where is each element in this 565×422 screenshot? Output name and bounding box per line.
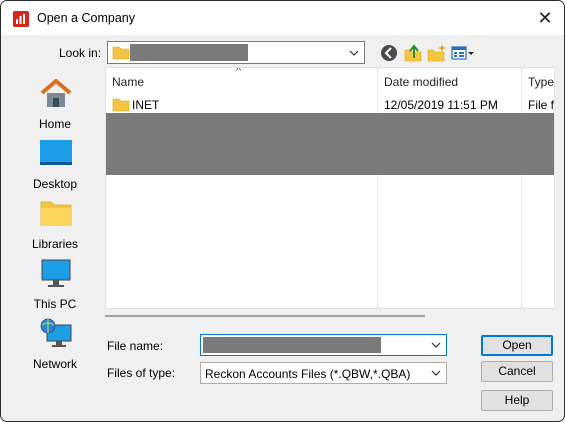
place-label: Network — [32, 357, 77, 371]
files-of-type-dropdown[interactable]: Reckon Accounts Files (*.QBW,*.QBA) — [200, 362, 447, 384]
file-name-value-redacted — [203, 337, 381, 353]
network-icon — [40, 318, 72, 347]
file-date: 12/05/2019 11:51 PM — [384, 98, 498, 112]
chevron-down-icon — [348, 42, 360, 63]
column-header-date[interactable]: Date modified — [384, 68, 458, 96]
files-of-type-label: Files of type: — [107, 366, 176, 380]
up-folder-icon[interactable] — [403, 43, 423, 63]
window-title: Open a Company — [37, 11, 135, 25]
file-name-label: File name: — [107, 339, 164, 353]
place-this-pc[interactable]: This PC — [9, 257, 101, 315]
chevron-down-icon — [430, 335, 442, 355]
place-desktop[interactable]: Desktop — [9, 137, 101, 195]
cancel-button[interactable]: Cancel — [481, 361, 553, 382]
folder-icon — [112, 46, 130, 60]
desktop-icon — [40, 140, 72, 165]
place-label: Home — [38, 117, 71, 131]
files-of-type-value: Reckon Accounts Files (*.QBW,*.QBA) — [205, 367, 411, 381]
look-in-dropdown[interactable] — [107, 41, 365, 64]
file-row[interactable]: INET 12/05/2019 11:51 PM File fo — [106, 96, 555, 114]
place-label: Libraries — [31, 237, 79, 251]
libraries-icon — [40, 201, 72, 226]
new-folder-icon[interactable] — [427, 43, 447, 63]
place-label: Desktop — [32, 177, 78, 191]
place-home[interactable]: Home — [9, 77, 101, 135]
file-list[interactable]: ^ Name Date modified Type INET 12/05/201… — [105, 67, 555, 309]
folder-icon — [112, 98, 130, 112]
app-icon — [13, 11, 29, 27]
title-bar: Open a Company ✕ — [1, 1, 564, 35]
horizontal-scrollbar[interactable] — [105, 315, 425, 317]
file-name-field[interactable] — [200, 334, 447, 356]
chevron-down-icon — [430, 363, 442, 383]
places-bar: Home Desktop Libraries This PC Network — [9, 67, 101, 409]
place-libraries[interactable]: Libraries — [9, 197, 101, 255]
this-pc-icon — [41, 259, 71, 287]
sort-arrow-icon: ^ — [236, 67, 242, 77]
look-in-value-redacted — [130, 44, 248, 61]
close-button[interactable]: ✕ — [533, 7, 557, 29]
help-button[interactable]: Help — [481, 390, 553, 411]
open-button[interactable]: Open — [481, 335, 553, 356]
place-network[interactable]: Network — [9, 317, 101, 375]
column-header-type[interactable]: Type — [528, 68, 554, 96]
home-icon — [40, 79, 72, 107]
column-header-name[interactable]: Name — [112, 68, 144, 96]
open-company-dialog: Open a Company ✕ Look in: Home Desktop L… — [0, 0, 565, 422]
file-rows-redacted — [106, 113, 554, 175]
file-name: INET — [132, 98, 160, 112]
place-label: This PC — [33, 297, 77, 311]
back-icon[interactable] — [379, 43, 399, 63]
look-in-label: Look in: — [59, 46, 102, 60]
view-menu-icon[interactable] — [451, 43, 475, 63]
file-type: File fo — [528, 98, 555, 112]
